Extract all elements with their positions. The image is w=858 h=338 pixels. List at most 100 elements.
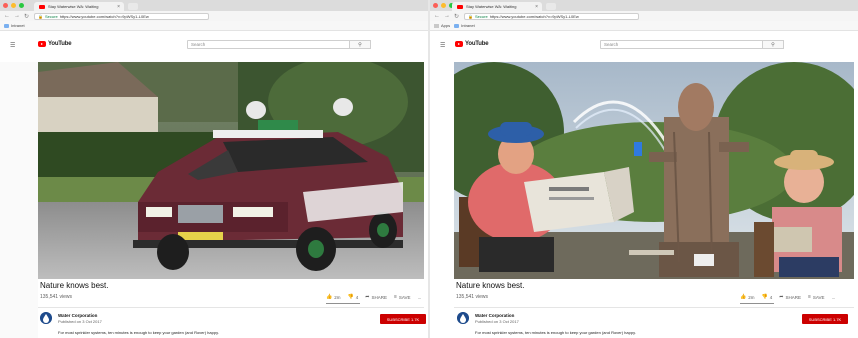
search-button[interactable]: ⚲ — [349, 40, 371, 49]
menu-icon[interactable]: ☰ — [440, 42, 445, 49]
tab-close-icon[interactable]: × — [535, 4, 538, 10]
forward-icon[interactable]: → — [14, 13, 20, 19]
publish-date: Published on 3 Oct 2017 — [58, 319, 102, 324]
playlist-add-icon: ≡ — [393, 294, 397, 300]
view-count: 135,541 views — [40, 294, 72, 300]
close-window-icon[interactable] — [3, 3, 8, 8]
back-icon[interactable]: ← — [434, 13, 440, 19]
folder-icon — [454, 23, 460, 28]
divider — [454, 307, 854, 308]
video-title: Nature knows best. — [456, 281, 525, 290]
new-tab-button[interactable] — [128, 3, 138, 10]
new-tab-button[interactable] — [546, 3, 556, 10]
video-actions: 👍 2m 👎 4 ➦ SHARE ≡ SAVE ... — [326, 294, 421, 300]
tab-bar: Stay Waterwise WA: Waiting × — [0, 0, 428, 11]
channel-name[interactable]: Water Corporation — [58, 313, 97, 318]
browser-tab[interactable]: Stay Waterwise WA: Waiting × — [34, 2, 124, 11]
like-ratio-bar — [740, 303, 774, 304]
bookmark-label: Intranet — [461, 23, 475, 28]
play-logo-icon — [38, 41, 46, 47]
tab-title: Stay Waterwise WA: Waiting — [48, 4, 99, 9]
share-label: SHARE — [785, 294, 801, 300]
more-button[interactable]: ... — [832, 295, 836, 300]
water-drop-logo-icon — [40, 312, 52, 324]
like-ratio-bar — [326, 303, 360, 304]
subscribe-button[interactable]: SUBSCRIBE 1.7K — [802, 314, 848, 324]
video-description: For most sprinkler systems, ten minutes … — [58, 330, 219, 335]
channel-name[interactable]: Water Corporation — [475, 313, 514, 318]
tab-close-icon[interactable]: × — [117, 4, 120, 10]
url-input[interactable]: 🔒 Secure https://www.youtube.com/watch?v… — [464, 12, 640, 20]
folder-icon — [4, 23, 9, 28]
share-label: SHARE — [371, 294, 387, 300]
logo-text: YouTube — [465, 41, 489, 47]
share-button[interactable]: ➦ SHARE — [365, 294, 387, 300]
browser-tab[interactable]: Stay Waterwise WA: Waiting × — [452, 2, 542, 11]
save-button[interactable]: ≡ SAVE — [394, 294, 411, 300]
url-text: https://www.youtube.com/watch?v=9pWSy1-L… — [489, 13, 579, 19]
lock-icon: 🔒 — [468, 13, 474, 19]
url-text: https://www.youtube.com/watch?v=9pWSy1-L… — [59, 13, 149, 19]
channel-avatar[interactable] — [457, 312, 469, 324]
maximize-window-icon[interactable] — [19, 3, 24, 8]
minimize-window-icon[interactable] — [11, 3, 16, 8]
video-player[interactable] — [454, 62, 854, 279]
tab-bar: Stay Waterwise WA: Waiting × — [430, 0, 858, 11]
like-button[interactable]: 👍 2m — [326, 294, 341, 300]
logo-text: YouTube — [48, 41, 72, 47]
bookmarks-bar: Intranet — [0, 21, 428, 31]
dislike-count: 4 — [769, 294, 773, 300]
forward-icon[interactable]: → — [444, 13, 450, 19]
youtube-logo[interactable]: YouTube — [38, 41, 72, 47]
youtube-logo[interactable]: YouTube — [455, 41, 489, 47]
secure-label: Secure — [45, 13, 58, 19]
thumb-down-icon: 👎 — [761, 294, 768, 300]
search-button[interactable]: ⚲ — [762, 40, 784, 49]
video-player[interactable] — [38, 62, 424, 279]
youtube-favicon-icon — [39, 4, 45, 9]
bookmark-intranet[interactable]: Intranet — [4, 23, 25, 28]
search-placeholder: Search — [191, 42, 206, 47]
play-logo-icon — [455, 41, 463, 47]
menu-icon[interactable]: ☰ — [10, 42, 15, 49]
water-drop-logo-icon — [457, 312, 469, 324]
thumb-down-icon: 👎 — [347, 294, 354, 300]
search-input[interactable]: Search ⚲ — [600, 40, 784, 49]
thumb-up-icon: 👍 — [326, 294, 333, 300]
subscribe-button[interactable]: SUBSCRIBE 1.7K — [380, 314, 426, 324]
share-button[interactable]: ➦ SHARE — [779, 294, 801, 300]
bookmark-intranet[interactable]: Intranet — [454, 23, 475, 28]
youtube-favicon-icon — [457, 4, 463, 9]
back-icon[interactable]: ← — [4, 13, 10, 19]
reload-icon[interactable]: ↻ — [24, 13, 29, 20]
dislike-button[interactable]: 👎 4 — [348, 294, 359, 300]
bookmarks-bar: Apps Intranet — [430, 21, 858, 31]
dislike-count: 4 — [355, 294, 359, 300]
lock-icon: 🔒 — [38, 13, 44, 19]
window-controls — [433, 3, 454, 8]
tab-title: Stay Waterwise WA: Waiting — [466, 4, 517, 9]
search-icon: ⚲ — [358, 41, 362, 48]
close-window-icon[interactable] — [433, 3, 438, 8]
more-icon: ... — [831, 294, 836, 300]
save-label: SAVE — [812, 294, 825, 300]
url-input[interactable]: 🔒 Secure https://www.youtube.com/watch?v… — [34, 12, 210, 20]
divider — [38, 307, 424, 308]
reload-icon[interactable]: ↻ — [454, 13, 459, 20]
search-placeholder: Search — [604, 42, 619, 47]
playlist-add-icon: ≡ — [807, 294, 811, 300]
channel-avatar[interactable] — [40, 312, 52, 324]
minimize-window-icon[interactable] — [441, 3, 446, 8]
browser-window-right: Stay Waterwise WA: Waiting × ← → ↻ 🔒 Sec… — [430, 0, 858, 338]
bookmark-apps[interactable]: Apps — [434, 23, 450, 28]
save-button[interactable]: ≡ SAVE — [808, 294, 825, 300]
video-frame-car — [38, 62, 424, 279]
dislike-button[interactable]: 👎 4 — [762, 294, 773, 300]
publish-date: Published on 3 Oct 2017 — [475, 319, 519, 324]
more-button[interactable]: ... — [418, 295, 422, 300]
search-input[interactable]: Search ⚲ — [187, 40, 371, 49]
like-button[interactable]: 👍 2m — [740, 294, 755, 300]
apps-grid-icon — [434, 23, 439, 28]
like-count: 2m — [748, 294, 755, 300]
window-controls — [3, 3, 24, 8]
